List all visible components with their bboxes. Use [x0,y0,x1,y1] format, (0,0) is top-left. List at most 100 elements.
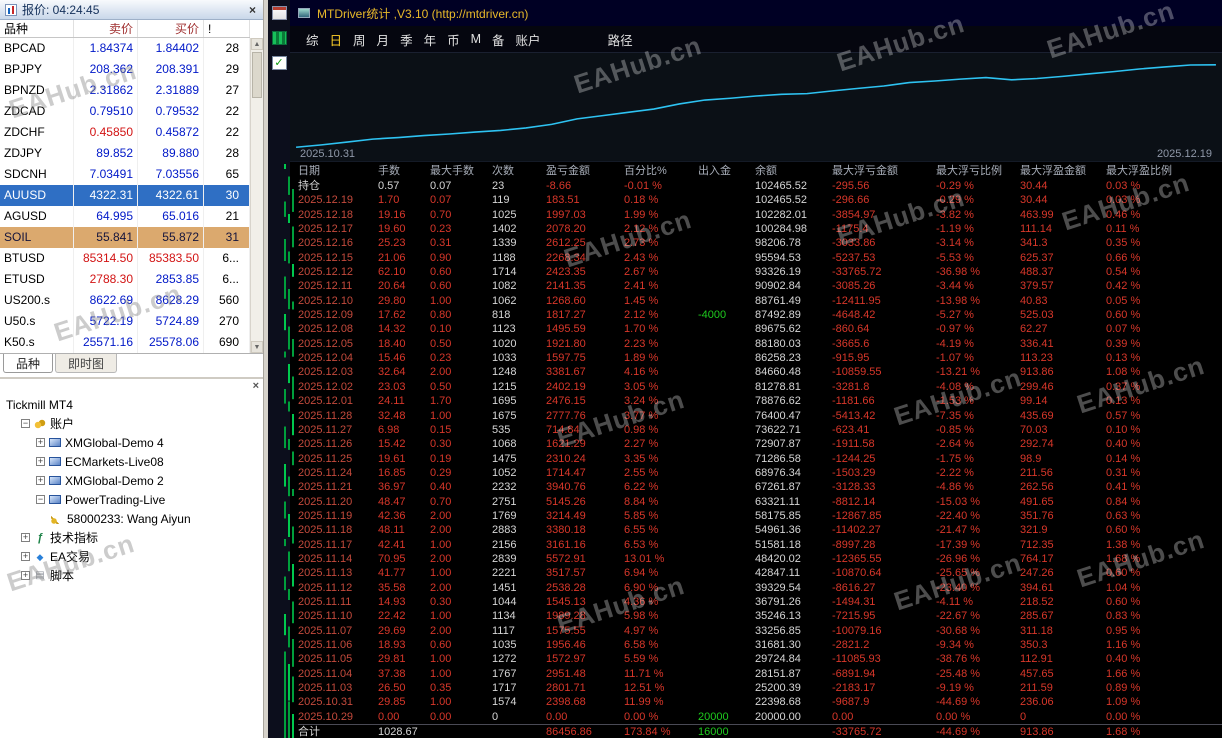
market-watch-row[interactable]: ZDCAD0.795100.7953222 [0,101,250,122]
stats-row[interactable]: 持仓0.570.0723-8.66-0.01 %102465.52-295.56… [298,179,1222,193]
stats-column-header[interactable]: 余额 [755,164,832,179]
market-watch-column-header[interactable]: 品种 [0,20,74,37]
stats-row[interactable]: 2025.12.1029.801.0010621268.601.45 %8876… [298,294,1222,308]
navigator-item[interactable]: +◆EA交易 [0,547,263,566]
stats-row[interactable]: 2025.12.0814.320.1011231495.591.70 %8967… [298,322,1222,336]
stats-column-header[interactable]: 最大浮盈比例 [1106,164,1222,179]
stats-row[interactable]: 2025.11.0529.811.0012721572.975.59 %2972… [298,652,1222,666]
menu-item-yue[interactable]: 月 [377,30,390,49]
stats-column-header[interactable]: 日期 [298,164,378,179]
market-watch-row[interactable]: BPNZD2.318622.3188927 [0,80,250,101]
tab-symbols[interactable]: 品种 [3,354,53,373]
menu-item-nian[interactable]: 年 [424,30,437,49]
stats-row[interactable]: 2025.12.0415.460.2310331597.751.89 %8625… [298,351,1222,365]
stats-row[interactable]: 2025.11.1742.411.0021563161.166.53 %5158… [298,538,1222,552]
navigator-close-button[interactable]: × [253,380,259,392]
stats-column-header[interactable]: 最大手数 [430,164,492,179]
stats-row[interactable]: 2025.12.191.700.07119183.510.18 %102465.… [298,193,1222,207]
scroll-up-icon[interactable]: ▲ [251,38,263,50]
navigator-item[interactable]: +▤脚本 [0,566,263,585]
stats-row[interactable]: 2025.12.1819.160.7010251997.031.99 %1022… [298,208,1222,222]
scroll-down-icon[interactable]: ▼ [251,341,263,353]
market-watch-scrollbar[interactable]: ▲ ▼ [250,38,263,353]
navigator-item[interactable]: +XMGlobal-Demo 2 [0,471,263,490]
menu-item-ri[interactable]: 日 [330,30,343,49]
market-watch-close-button[interactable]: × [247,3,258,17]
stats-row[interactable]: 2025.11.1022.421.0011341989.285.98 %3524… [298,609,1222,623]
stats-column-header[interactable]: 最大浮亏金额 [832,164,936,179]
stats-column-header[interactable]: 最大浮亏比例 [936,164,1020,179]
navigator-item[interactable]: +ECMarkets-Live08 [0,452,263,471]
stats-row[interactable]: 2025.12.1625.230.3113392612.252.73 %9820… [298,236,1222,250]
checkbox-icon[interactable]: ✓ [272,56,287,70]
expand-minus-icon[interactable]: − [36,495,45,504]
tab-tick-chart[interactable]: 即时图 [55,354,117,373]
stats-row[interactable]: 2025.11.0618.930.6010351956.466.58 %3168… [298,638,1222,652]
menu-item-lujing[interactable]: 路径 [608,30,633,49]
stats-row[interactable]: 2025.11.2416.850.2910521714.472.55 %6897… [298,466,1222,480]
stats-row[interactable]: 2025.12.0518.400.5010201921.802.23 %8818… [298,337,1222,351]
stats-column-header[interactable]: 出入金 [698,164,755,179]
stats-row[interactable]: 2025.11.1341.771.0022213517.576.94 %4284… [298,566,1222,580]
stats-column-header[interactable]: 百分比% [624,164,698,179]
stats-row[interactable]: 2025.12.1120.640.6010822141.352.41 %9090… [298,279,1222,293]
stats-row[interactable]: 2025.10.3129.851.0015742398.6811.99 %223… [298,695,1222,709]
expand-plus-icon[interactable]: + [36,457,45,466]
market-watch-column-header[interactable]: 卖价 [74,20,138,37]
stats-row[interactable]: 2025.11.276.980.15535714.840.98 %73622.7… [298,423,1222,437]
stats-row[interactable]: 2025.11.0437.381.0017672951.4811.71 %281… [298,667,1222,681]
market-watch-row[interactable]: BPJPY208.362208.39129 [0,59,250,80]
market-watch-row[interactable]: ZDJPY89.85289.88028 [0,143,250,164]
stats-row[interactable]: 2025.11.1235.582.0014512538.286.90 %3932… [298,581,1222,595]
stats-row[interactable]: 2025.11.0729.692.0011171575.554.97 %3325… [298,624,1222,638]
stats-row[interactable]: 2025.10.290.000.0000.000.00 %2000020000.… [298,710,1222,724]
market-watch-row[interactable]: SDCNH7.034917.0355665 [0,164,250,185]
expand-plus-icon[interactable]: + [21,552,30,561]
market-watch-row[interactable]: ZDCHF0.458500.4587222 [0,122,250,143]
stats-row[interactable]: 2025.11.1470.952.0028395572.9113.01 %484… [298,552,1222,566]
market-watch-row[interactable]: K50.s25571.1625578.06690 [0,332,250,353]
navigator-item[interactable]: −PowerTrading-Live [0,490,263,509]
market-watch-row[interactable]: BPCAD1.843741.8440228 [0,38,250,59]
stats-row[interactable]: 2025.11.2832.481.0016752777.763.77 %7640… [298,409,1222,423]
stats-row[interactable]: 2025.11.0326.500.3517172801.7112.51 %252… [298,681,1222,695]
market-watch-row[interactable]: AUUSD4322.314322.6130 [0,185,250,206]
stats-column-header[interactable]: 盈亏金额 [546,164,624,179]
menu-item-zhanghu[interactable]: 账户 [516,30,541,49]
menu-item-zong[interactable]: 综 [306,30,319,49]
stats-row[interactable]: 2025.11.2048.470.7027515145.268.84 %6332… [298,495,1222,509]
market-watch-row[interactable]: ETUSD2788.302853.856... [0,269,250,290]
market-watch-column-header[interactable]: ! [204,20,250,37]
navigator-item[interactable]: −账户 [0,414,263,433]
market-watch-row[interactable]: U50.s5722.195724.89270 [0,311,250,332]
menu-item-bi[interactable]: 币 [447,30,460,49]
stats-row[interactable]: 合计1028.6786456.86173.84 %16000-33765.72-… [298,724,1222,738]
expand-minus-icon[interactable]: − [21,419,30,428]
expand-plus-icon[interactable]: + [36,438,45,447]
stats-row[interactable]: 2025.12.0332.642.0012483381.674.16 %8466… [298,365,1222,379]
stats-column-header[interactable]: 手数 [378,164,430,179]
news-icon[interactable] [272,6,287,20]
stats-row[interactable]: 2025.11.2136.970.4022323940.766.22 %6726… [298,480,1222,494]
menu-item-m[interactable]: M [471,32,481,46]
market-watch-column-header[interactable]: 买价 [138,20,204,37]
stats-row[interactable]: 2025.11.2615.420.3010681621.292.27 %7290… [298,437,1222,451]
stats-column-header[interactable]: 最大浮盈金额 [1020,164,1106,179]
stats-row[interactable]: 2025.11.1848.112.0028833380.186.55 %5496… [298,523,1222,537]
market-watch-row[interactable]: US200.s8622.698628.29560 [0,290,250,311]
market-watch-row[interactable]: SOIL55.84155.87231 [0,227,250,248]
expand-plus-icon[interactable]: + [36,476,45,485]
scrollbar-thumb[interactable] [252,52,262,98]
navigator-item[interactable]: 58000233: Wang Aiyun [0,509,263,528]
menu-item-bei[interactable]: 备 [492,30,505,49]
navigator-item[interactable]: +XMGlobal-Demo 4 [0,433,263,452]
stats-row[interactable]: 2025.11.1942.362.0017693214.495.85 %5817… [298,509,1222,523]
stats-row[interactable]: 2025.12.0917.620.808181817.272.12 %-4000… [298,308,1222,322]
stats-row[interactable]: 2025.11.2519.610.1914752310.243.35 %7128… [298,452,1222,466]
stats-row[interactable]: 2025.12.0223.030.5012152402.193.05 %8127… [298,380,1222,394]
market-watch-row[interactable]: BTUSD85314.5085383.506... [0,248,250,269]
chart-icon[interactable] [272,31,287,45]
stats-row[interactable]: 2025.11.1114.930.3010441545.134.36 %3679… [298,595,1222,609]
stats-row[interactable]: 2025.12.1262.100.6017142423.352.67 %9332… [298,265,1222,279]
navigator-item[interactable]: Tickmill MT4 [0,395,263,414]
